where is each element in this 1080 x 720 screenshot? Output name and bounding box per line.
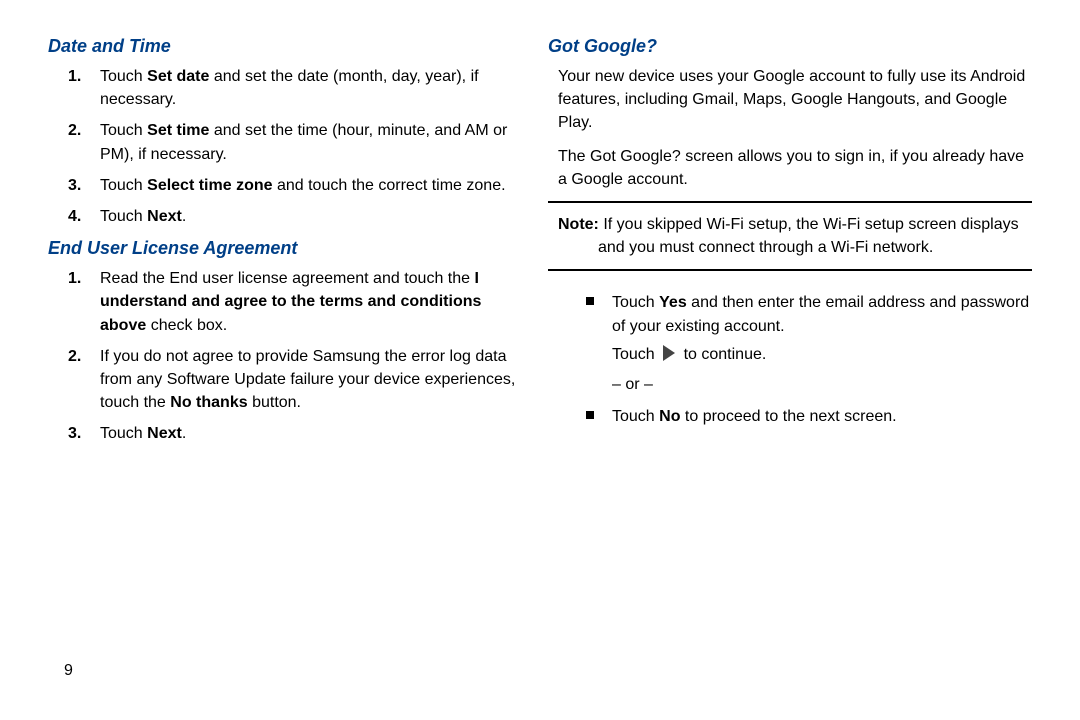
step-text: .: [182, 425, 186, 442]
step-text: Touch: [100, 177, 147, 194]
step-item: Touch Set date and set the date (month, …: [92, 65, 516, 111]
step-text: Touch: [100, 122, 147, 139]
bold-text: No: [659, 408, 680, 425]
or-separator: – or –: [612, 373, 1032, 397]
subline: Touch to continue.: [612, 343, 1032, 367]
play-arrow-icon: [663, 345, 675, 361]
bold-text: Yes: [659, 294, 687, 311]
heading-date-time: Date and Time: [48, 36, 516, 57]
steps-eula: Read the End user license agreement and …: [48, 267, 516, 445]
bold-text: Next: [147, 425, 182, 442]
note-label: Note:: [558, 216, 599, 233]
step-text: button.: [248, 394, 301, 411]
note-text: If you skipped Wi-Fi setup, the Wi-Fi se…: [598, 216, 1019, 256]
bullet-text: to proceed to the next screen.: [680, 408, 896, 425]
list-item: Touch No to proceed to the next screen.: [608, 405, 1032, 429]
step-text: and touch the correct time zone.: [273, 177, 506, 194]
heading-got-google: Got Google?: [548, 36, 1032, 57]
step-item: Touch Set time and set the time (hour, m…: [92, 119, 516, 165]
step-item: Touch Select time zone and touch the cor…: [92, 174, 516, 197]
step-text: check box.: [146, 317, 227, 334]
bold-text: Set time: [147, 122, 209, 139]
heading-eula: End User License Agreement: [48, 238, 516, 259]
right-column: Got Google? Your new device uses your Go…: [540, 36, 1032, 720]
bold-text: Set date: [147, 68, 209, 85]
left-column: Date and Time Touch Set date and set the…: [48, 36, 540, 720]
step-text: If you do not agree to provide Samsung t…: [100, 348, 515, 411]
step-item: Read the End user license agreement and …: [92, 267, 516, 337]
step-text: Touch: [100, 425, 147, 442]
bullet-list: Touch Yes and then enter the email addre…: [548, 291, 1032, 429]
step-item: Touch Next.: [92, 205, 516, 228]
step-item: If you do not agree to provide Samsung t…: [92, 345, 516, 415]
step-text: .: [182, 208, 186, 225]
bold-text: No thanks: [170, 394, 247, 411]
step-text: Touch: [100, 208, 147, 225]
continue-text: to continue.: [684, 346, 767, 363]
step-text: Read the End user license agreement and …: [100, 270, 474, 287]
step-item: Touch Next.: [92, 422, 516, 445]
bullet-text: Touch: [612, 408, 659, 425]
bold-text: Next: [147, 208, 182, 225]
bold-text: Select time zone: [147, 177, 272, 194]
note-block: Note: If you skipped Wi-Fi setup, the Wi…: [548, 201, 1032, 271]
list-item: Touch Yes and then enter the email addre…: [608, 291, 1032, 397]
page-number: 9: [64, 662, 73, 680]
paragraph: Your new device uses your Google account…: [548, 65, 1032, 135]
bullet-text: Touch: [612, 294, 659, 311]
document-page: Date and Time Touch Set date and set the…: [0, 0, 1080, 720]
touch-text: Touch: [612, 346, 659, 363]
step-text: Touch: [100, 68, 147, 85]
steps-date-time: Touch Set date and set the date (month, …: [48, 65, 516, 228]
paragraph: The Got Google? screen allows you to sig…: [548, 145, 1032, 191]
